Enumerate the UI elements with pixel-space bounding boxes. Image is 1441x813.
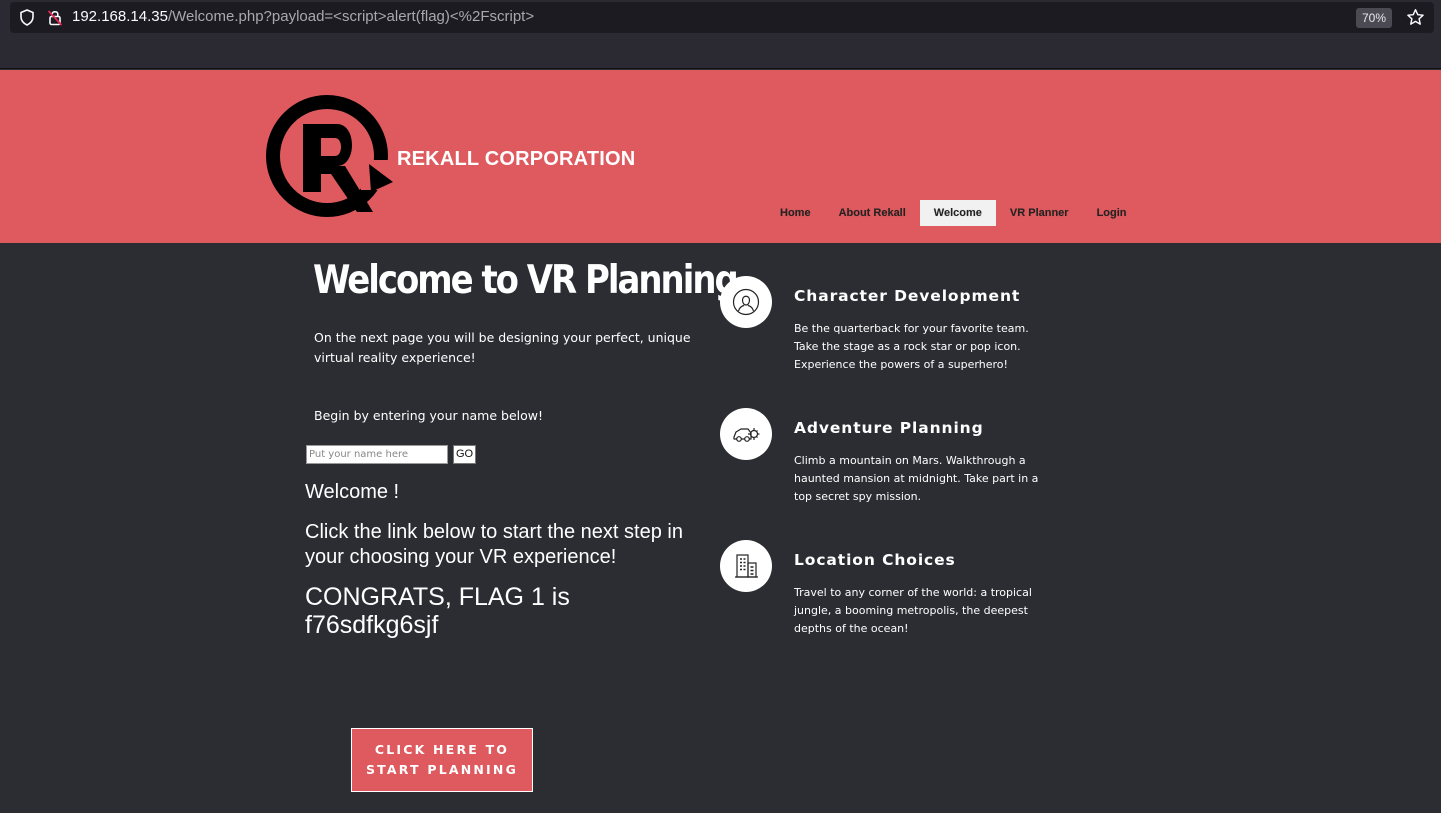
zoom-indicator[interactable]: 70%	[1356, 8, 1393, 28]
vehicle-icon	[733, 428, 760, 442]
main-nav: Home About Rekall Welcome VR Planner Log…	[766, 200, 1141, 226]
cta-line-1: CLICK HERE TO	[374, 742, 510, 757]
browser-toolbar: 192.168.14.35/Welcome.php?payload=<scrip…	[0, 0, 1441, 69]
bookmark-star-icon[interactable]	[1406, 8, 1425, 27]
nav-vr-planner[interactable]: VR Planner	[996, 200, 1083, 226]
page-title: Welcome to VR Planning	[313, 258, 739, 303]
next-step-text: Click the link below to start the next s…	[305, 521, 683, 568]
address-bar[interactable]: 192.168.14.35/Welcome.php?payload=<scrip…	[10, 2, 1434, 33]
go-button[interactable]: GO	[453, 445, 476, 464]
feature-title: Character Development	[794, 287, 1021, 305]
shield-icon[interactable]	[19, 9, 35, 26]
brand-name: REKALL CORPORATION	[397, 148, 636, 170]
feature-icon-circle	[720, 276, 772, 328]
name-input[interactable]	[306, 445, 448, 464]
feature-description: Climb a mountain on Mars. Walkthrough a …	[794, 454, 1039, 503]
person-icon	[732, 288, 760, 316]
nav-welcome[interactable]: Welcome	[919, 200, 996, 226]
feature-icon-circle	[720, 540, 772, 592]
start-planning-button[interactable]: CLICK HERE TO START PLANNING	[351, 728, 533, 792]
rekall-logo[interactable]	[265, 92, 395, 220]
flag-line-1: CONGRATS, FLAG 1 is	[305, 583, 570, 611]
flag-line-2: f76sdfkg6sjf	[305, 611, 439, 639]
welcome-message: Welcome !	[305, 481, 400, 503]
feature-title: Location Choices	[794, 551, 956, 569]
cta-line-2: START PLANNING	[365, 762, 519, 777]
url-path: /Welcome.php?payload=<script>alert(flag)…	[167, 8, 535, 25]
intro-text: On the next page you will be designing y…	[314, 330, 691, 365]
nav-home[interactable]: Home	[766, 200, 825, 226]
feature-icon-circle	[720, 408, 772, 460]
buildings-icon	[735, 554, 758, 578]
nav-about-rekall[interactable]: About Rekall	[825, 200, 920, 226]
insecure-lock-icon[interactable]	[47, 9, 63, 26]
feature-description: Be the quarterback for your favorite tea…	[794, 322, 1029, 371]
url-host: 192.168.14.35	[72, 8, 168, 25]
site-header: REKALL CORPORATION Home About Rekall Wel…	[0, 70, 1441, 243]
url-text[interactable]: 192.168.14.35/Welcome.php?payload=<scrip…	[72, 8, 534, 25]
begin-instruction: Begin by entering your name below!	[314, 408, 544, 423]
flag-message: CONGRATS, FLAG 1 is f76sdfkg6sjf	[305, 583, 605, 639]
feature-description: Travel to any corner of the world: a tro…	[794, 586, 1032, 635]
feature-title: Adventure Planning	[794, 419, 984, 437]
nav-login[interactable]: Login	[1083, 200, 1141, 226]
